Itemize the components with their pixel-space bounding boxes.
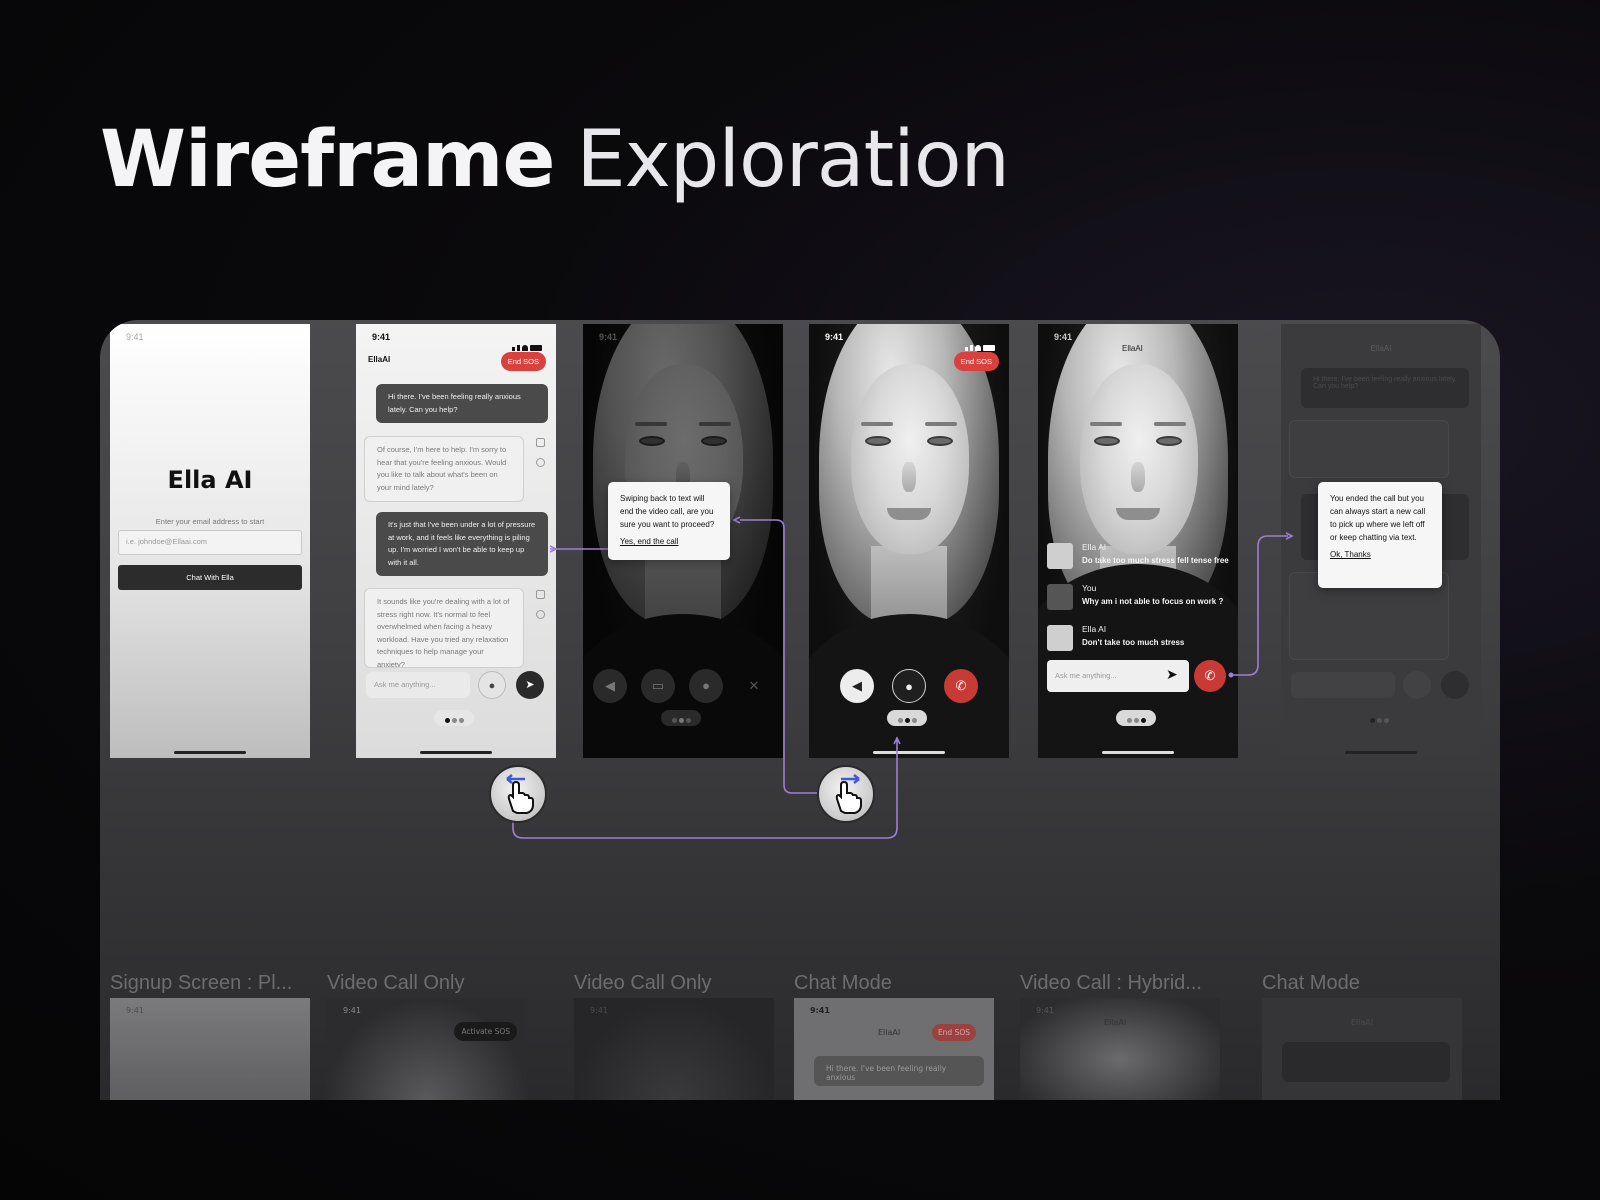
flow-connectors: [512, 516, 1294, 839]
thumbnail-hybrid[interactable]: 9:41 EllaAI: [1020, 998, 1220, 1100]
wireframe-canvas: 9:41 Ella AI Enter your email address to…: [100, 320, 1500, 1100]
status-time: 9:41: [126, 1006, 144, 1015]
app-name: EllaAI: [1104, 1018, 1127, 1027]
call-ended-dialog: You ended the call but you can always st…: [1318, 482, 1442, 588]
app-name: EllaAI: [1350, 1018, 1374, 1027]
thumbnail-chat-mode-2[interactable]: EllaAI: [1262, 998, 1462, 1100]
swipe-back-dialog: Swiping back to text will end the video …: [608, 482, 730, 560]
swipe-left-gesture-icon: [489, 765, 547, 823]
user-message: [1282, 1042, 1450, 1082]
thumbnail-video-call-dim[interactable]: 9:41: [574, 998, 774, 1100]
screen-label: Chat Mode: [794, 972, 892, 994]
app-name: EllaAI: [878, 1028, 901, 1037]
ok-thanks-link[interactable]: Ok, Thanks: [1330, 548, 1430, 561]
user-message: Hi there. I've been feeling really anxio…: [814, 1056, 984, 1086]
screen-label: Video Call Only: [574, 972, 712, 994]
flow-line-to-dialog: [740, 519, 824, 794]
end-call-link[interactable]: Yes, end the call: [620, 535, 718, 548]
dialog-text: Swiping back to text will end the video …: [620, 494, 715, 529]
dialog-text: You ended the call but you can always st…: [1330, 494, 1426, 542]
status-time: 9:41: [590, 1006, 608, 1015]
activate-sos-button[interactable]: Activate SOS: [454, 1022, 517, 1041]
swipe-right-gesture-icon: [817, 765, 875, 823]
screen-label: Video Call Only: [327, 972, 465, 994]
page-title: Wireframe Exploration: [100, 112, 1010, 208]
title-bold: Wireframe: [100, 115, 555, 205]
title-light: Exploration: [576, 115, 1010, 205]
screen-label: Chat Mode: [1262, 972, 1360, 994]
screen-label: Video Call : Hybrid...: [1020, 972, 1202, 994]
end-sos-button[interactable]: End SOS: [931, 1024, 976, 1041]
thumbnail-signup[interactable]: 9:41: [110, 998, 310, 1100]
status-time: 9:41: [1036, 1006, 1054, 1015]
thumbnail-chat-mode[interactable]: 9:41 EllaAI End SOS Hi there. I've been …: [794, 998, 994, 1100]
screen-label: Signup Screen : Pl...: [110, 972, 293, 994]
status-time: 9:41: [810, 1006, 830, 1015]
thumbnail-video-call[interactable]: 9:41 Activate SOS: [327, 998, 527, 1100]
flow-line-to-end-dialog: [1231, 535, 1288, 676]
status-time: 9:41: [343, 1006, 361, 1015]
